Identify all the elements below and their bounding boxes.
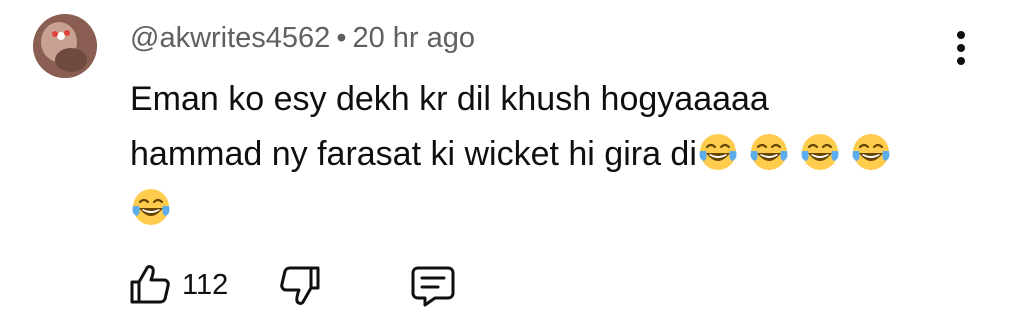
face-with-tears-of-joy-icon [699,134,737,170]
author-name[interactable]: @akwrites4562 [130,22,330,54]
face-with-tears-of-joy-icon [750,134,788,170]
separator: • [336,22,347,54]
comment-reply-icon[interactable] [410,264,456,308]
face-with-tears-of-joy-icon [852,134,890,170]
emoji-group [697,134,901,173]
emoji-group [130,182,960,230]
comment-text: Eman ko esy dekh kr dil khush hogyaaaaa … [130,72,960,230]
avatar-image [33,14,97,78]
more-vertical-icon[interactable] [946,28,976,68]
face-with-tears-of-joy-icon [132,189,170,225]
face-with-tears-of-joy-icon [801,134,839,170]
timestamp[interactable]: 20 hr ago [352,22,475,54]
comment: @akwrites4562 • 20 hr ago Eman ko esy dekh… [0,0,1024,330]
avatar[interactable] [33,14,97,78]
thumbs-down-icon[interactable] [278,264,322,308]
comment-line-2: hammad ny farasat ki wicket hi gira di [130,127,960,182]
comment-line-2-text: hammad ny farasat ki wicket hi gira di [130,135,697,173]
like-count: 112 [182,269,229,301]
comment-actions: 112 [128,262,528,308]
comment-header: @akwrites4562 • 20 hr ago [130,20,475,56]
comment-line-1: Eman ko esy dekh kr dil khush hogyaaaaa [130,80,769,118]
thumbs-up-icon[interactable] [128,262,172,306]
